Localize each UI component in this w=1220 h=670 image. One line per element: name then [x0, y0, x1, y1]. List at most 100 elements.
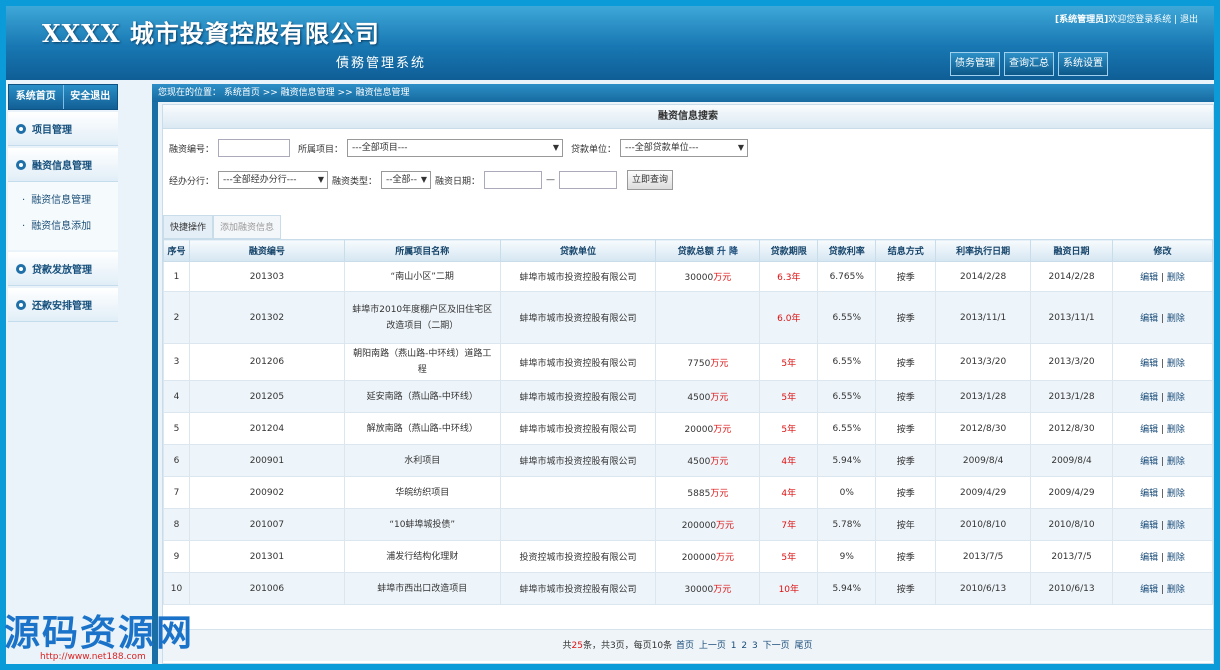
cell-term: 5年 [759, 412, 819, 445]
sidebar-submenu: 融资信息管理 融资信息添加 [8, 182, 118, 250]
delete-link[interactable]: 删除 [1167, 489, 1185, 499]
cell-date: 2009/4/29 [1030, 476, 1114, 509]
pager-prev[interactable]: 上一页 [699, 641, 726, 651]
pager-first[interactable]: 首页 [676, 641, 694, 651]
cell-project: 水利项目 [343, 444, 501, 477]
pager-page-2[interactable]: 2 [741, 641, 747, 651]
sort-desc-link[interactable]: 降 [729, 247, 738, 257]
edit-link[interactable]: 编辑 [1140, 553, 1158, 563]
cell-no: 8 [163, 508, 190, 541]
cell-rate: 5.78% [817, 508, 877, 541]
tab-quick-action[interactable]: 快捷操作 [163, 215, 214, 239]
cell-amount: 200000万元 [655, 540, 761, 573]
cell-term: 7年 [759, 508, 819, 541]
delete-link[interactable]: 删除 [1167, 521, 1185, 531]
delete-link[interactable]: 删除 [1167, 585, 1185, 595]
sidebar-item-label: 融资信息管理 [32, 161, 92, 172]
branch-select[interactable]: ---全部经办分行--- ▼ [218, 171, 329, 189]
cell-term: 10年 [759, 572, 819, 605]
table-row: 6 200901 水利项目 蚌埠市城市投资控股有限公司 4500万元 4年 5.94% 按季 2… [163, 444, 1213, 477]
cell-method: 按季 [875, 572, 937, 605]
sort-asc-link[interactable]: 升 [717, 247, 726, 257]
cell-lender [499, 476, 657, 509]
date-end-input[interactable] [559, 171, 618, 189]
lender-select[interactable]: ---全部贷款单位--- ▼ [620, 139, 749, 157]
sidebar-item-financing[interactable]: 融资信息管理 [8, 148, 118, 182]
search-button[interactable]: 立即查询 [627, 170, 674, 190]
sidebar-item-loan[interactable]: 贷款发放管理 [8, 252, 118, 286]
main: 您现在的位置： 系统首页 >> 融资信息管理 >> 融资信息管理 融资信息搜索 … [152, 84, 1214, 664]
dropdown-arrow-icon: ▼ [737, 143, 745, 152]
pager-last[interactable]: 尾页 [795, 641, 813, 651]
table-row: 9 201301 浦发行结构化理财 投资控城市投资控股有限公司 200000万元 5年 9%… [163, 540, 1213, 573]
cell-date: 2013/11/1 [1030, 291, 1114, 344]
cell-amount: 20000万元 [655, 412, 761, 445]
edit-link[interactable]: 编辑 [1140, 489, 1158, 499]
delete-link[interactable]: 删除 [1167, 314, 1185, 324]
cell-amount: 7750万元 [655, 343, 761, 381]
edit-link[interactable]: 编辑 [1140, 521, 1158, 531]
cell-rate-date: 2012/8/30 [935, 412, 1032, 445]
edit-link[interactable]: 编辑 [1140, 457, 1158, 467]
table-row: 2 201302 蚌埠市2010年度棚户区及旧住宅区改造项目（二期） 蚌埠市城市投资控… [163, 291, 1213, 344]
delete-link[interactable]: 删除 [1167, 273, 1185, 283]
logout-link[interactable]: 退出 [1180, 15, 1198, 25]
delete-link[interactable]: 删除 [1167, 359, 1185, 369]
safe-exit-button[interactable]: 安全退出 [62, 85, 118, 109]
sidebar-subitem-financing-manage[interactable]: 融资信息管理 [8, 188, 118, 214]
cell-code: 201007 [188, 508, 345, 541]
table-row: 4 201205 延安南路（燕山路-中环线） 蚌埠市城市投资控股有限公司 4500万元 5… [163, 380, 1213, 413]
edit-link[interactable]: 编辑 [1140, 393, 1158, 403]
cell-code: 201205 [188, 380, 345, 413]
top-nav: 债务管理 查询汇总 系统设置 [950, 52, 1108, 76]
delete-link[interactable]: 删除 [1167, 553, 1185, 563]
cell-term: 5年 [759, 343, 819, 381]
cell-code: 201301 [188, 540, 345, 573]
sidebar-item-project[interactable]: 项目管理 [8, 112, 118, 146]
edit-link[interactable]: 编辑 [1140, 585, 1158, 595]
edit-link[interactable]: 编辑 [1140, 425, 1158, 435]
pager-page-1[interactable]: 1 [731, 641, 737, 651]
table-row: 1 201303 “南山小区”二期 蚌埠市城市投资控股有限公司 30000万元 6.3年 6… [163, 261, 1213, 292]
cell-lender: 蚌埠市城市投资控股有限公司 [499, 412, 657, 445]
cell-no: 3 [163, 343, 190, 381]
cell-date: 2010/6/13 [1030, 572, 1114, 605]
watermark-url: http://www.net188.com [40, 652, 146, 662]
delete-link[interactable]: 删除 [1167, 425, 1185, 435]
lender-label: 贷款单位： [571, 144, 617, 155]
pager-page-3[interactable]: 3 [752, 641, 758, 651]
circle-bullet-icon [16, 263, 26, 274]
edit-link[interactable]: 编辑 [1140, 273, 1158, 283]
home-button[interactable]: 系统首页 [9, 85, 63, 109]
type-select[interactable]: --全部-- ▼ [381, 171, 432, 189]
nav-debt-management[interactable]: 债务管理 [950, 52, 1000, 76]
edit-link[interactable]: 编辑 [1140, 359, 1158, 369]
sidebar-item-label: 还款安排管理 [32, 301, 92, 312]
date-start-input[interactable] [484, 171, 543, 189]
cell-lender: 蚌埠市城市投资控股有限公司 [499, 343, 657, 381]
delete-link[interactable]: 删除 [1167, 457, 1185, 467]
cell-method: 按季 [875, 476, 937, 509]
cell-actions: 编辑 | 删除 [1112, 343, 1213, 381]
col-date: 融资日期 [1030, 239, 1114, 262]
nav-query-summary[interactable]: 查询汇总 [1004, 52, 1054, 76]
sidebar-subitem-financing-add[interactable]: 融资信息添加 [8, 214, 118, 240]
col-rate-date: 利率执行日期 [935, 239, 1032, 262]
sidebar-item-repayment[interactable]: 还款安排管理 [8, 288, 118, 322]
project-select[interactable]: ---全部项目--- ▼ [347, 139, 564, 157]
cell-method: 按季 [875, 444, 937, 477]
circle-bullet-icon [16, 159, 26, 170]
header: XXXX 城市投資控股有限公司 債務管理系统 [系统管理员]欢迎您登录系统 | … [6, 6, 1214, 80]
edit-link[interactable]: 编辑 [1140, 314, 1158, 324]
table-row: 3 201206 朝阳南路（燕山路-中环线）道路工程 蚌埠市城市投资控股有限公司 775… [163, 343, 1213, 381]
cell-amount: 4500万元 [655, 444, 761, 477]
cell-code: 201303 [188, 261, 345, 292]
delete-link[interactable]: 删除 [1167, 393, 1185, 403]
cell-lender: 蚌埠市城市投资控股有限公司 [499, 444, 657, 477]
tabs: 快捷操作 添加融资信息 [163, 215, 282, 239]
nav-system-settings[interactable]: 系统设置 [1058, 52, 1108, 76]
tab-add-financing[interactable]: 添加融资信息 [213, 215, 282, 239]
cell-actions: 编辑 | 删除 [1112, 261, 1213, 292]
pager-next[interactable]: 下一页 [763, 641, 790, 651]
code-input[interactable] [218, 139, 291, 157]
